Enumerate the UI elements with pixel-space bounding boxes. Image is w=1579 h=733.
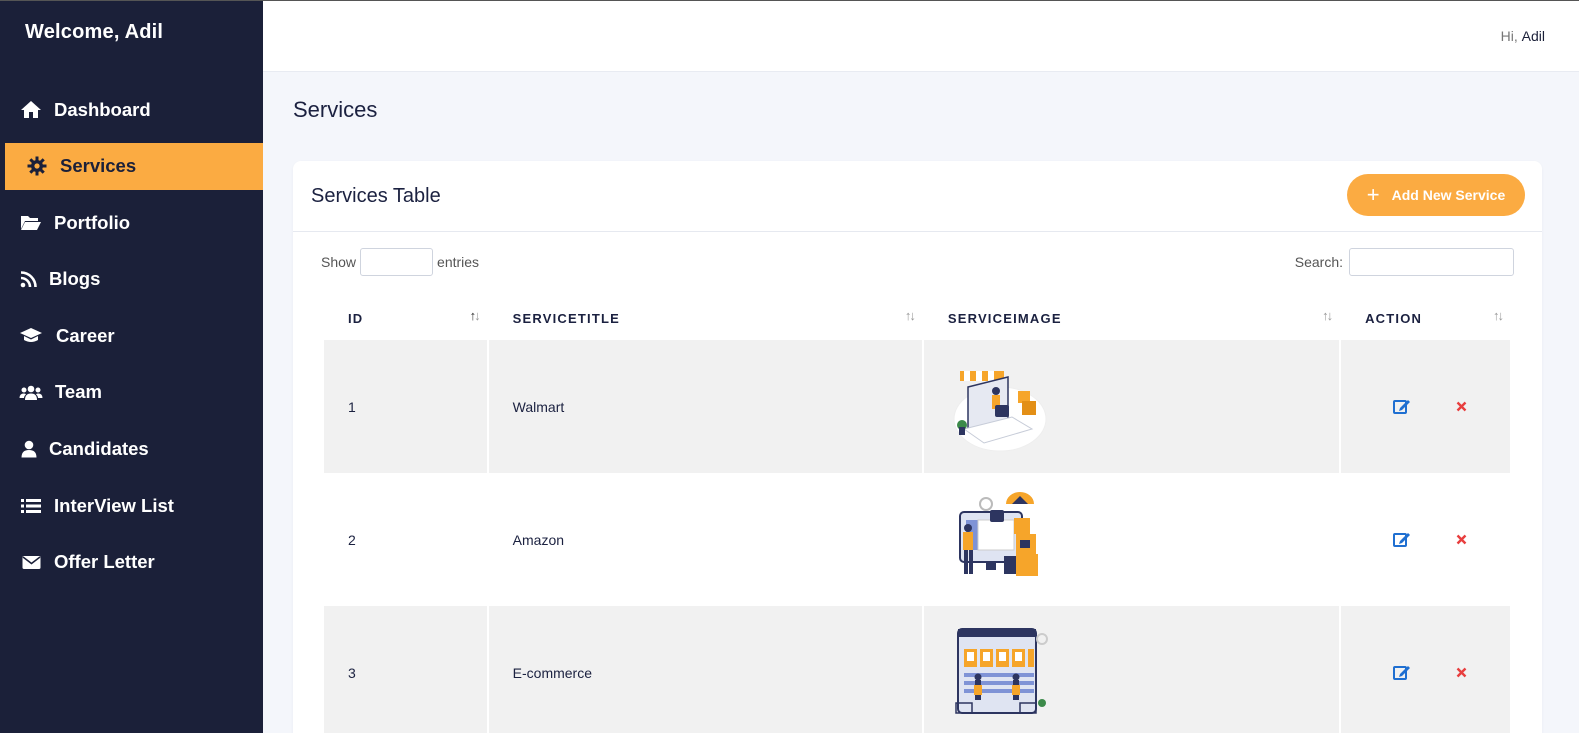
cell-id: 1: [324, 340, 487, 473]
delete-icon[interactable]: [1456, 401, 1467, 412]
cell-action: [1341, 340, 1510, 473]
column-header-servicetitle[interactable]: SERVICETITLE ↑↓: [489, 296, 922, 340]
card-title: Services Table: [311, 185, 441, 207]
sidebar-item-career[interactable]: Career: [0, 312, 263, 359]
search-label: Search:: [1294, 254, 1343, 270]
sidebar-item-label: Portfolio: [54, 211, 131, 233]
top-bar: Hi, Adil: [263, 0, 1579, 72]
cell-id: 2: [324, 473, 487, 606]
column-header-id[interactable]: ID ↑↓: [324, 296, 487, 340]
sort-icon: ↑↓: [904, 308, 916, 323]
table-controls: Show entries Search:: [321, 248, 1514, 278]
sidebar-item-team[interactable]: Team: [0, 369, 263, 416]
home-icon: [19, 100, 43, 120]
delete-icon[interactable]: [1456, 534, 1467, 545]
column-header-action[interactable]: ACTION ↑↓: [1341, 296, 1510, 340]
show-label: Show: [321, 254, 357, 270]
sidebar-item-blogs[interactable]: Blogs: [0, 256, 263, 303]
sidebar-nav: Dashboard Services Portfolio Blogs Caree…: [0, 86, 263, 595]
delete-icon[interactable]: [1456, 667, 1467, 678]
cell-image: [923, 340, 1340, 473]
plus-icon: +: [1366, 182, 1380, 207]
sort-icon: ↑↓: [469, 308, 481, 323]
sidebar-item-label: Team: [55, 381, 102, 403]
cell-image: [923, 473, 1340, 606]
envelope-icon: [19, 552, 43, 572]
cell-image: [923, 606, 1340, 733]
cell-title: Amazon: [488, 473, 922, 606]
sidebar-item-label: Blogs: [49, 268, 101, 290]
services-card: Services Table + Add New Service Show en…: [293, 161, 1542, 733]
card-header: Services Table + Add New Service: [293, 161, 1542, 232]
cell-id: 3: [324, 606, 487, 733]
entries-length-input[interactable]: [360, 248, 434, 276]
sidebar-item-offer-letter[interactable]: Offer Letter: [0, 539, 263, 586]
sidebar-item-label: Dashboard: [54, 98, 151, 120]
sidebar-item-label: InterView List: [54, 494, 174, 516]
sidebar: Welcome, Adil Dashboard Services Portfol…: [0, 0, 263, 733]
sidebar-item-label: Offer Letter: [54, 551, 155, 573]
column-label: ID: [348, 310, 364, 326]
sort-icon: ↑↓: [1322, 308, 1333, 323]
edit-icon[interactable]: [1393, 398, 1411, 415]
welcome-text: Welcome, Adil: [25, 21, 164, 43]
table-row: 1 Walmart: [324, 340, 1510, 473]
edit-icon[interactable]: [1393, 664, 1411, 681]
entries-length-control: Show entries: [321, 248, 479, 276]
sidebar-item-label: Candidates: [49, 438, 149, 460]
services-table: ID ↑↓ SERVICETITLE ↑↓ SERVICEIMAGE ↑↓ AC…: [322, 296, 1512, 733]
cell-action: [1341, 606, 1510, 733]
table-row: 3 E-commerce: [324, 606, 1510, 733]
delivery-illustration: [958, 491, 1038, 576]
search-control: Search:: [1295, 248, 1514, 276]
edit-icon[interactable]: [1393, 531, 1411, 548]
sidebar-item-dashboard[interactable]: Dashboard: [0, 86, 263, 133]
user-icon: [19, 439, 38, 459]
page-title: Services: [293, 97, 378, 122]
column-label: ACTION: [1365, 310, 1423, 326]
list-icon: [19, 496, 43, 516]
column-header-serviceimage[interactable]: SERVICEIMAGE ↑↓: [924, 296, 1339, 340]
search-input[interactable]: [1349, 248, 1514, 276]
sidebar-item-portfolio[interactable]: Portfolio: [0, 199, 263, 246]
gear-icon: [25, 156, 49, 176]
add-new-service-button[interactable]: + Add New Service: [1347, 174, 1525, 216]
online-shopping-illustration: [953, 370, 1047, 451]
user-greeting[interactable]: Hi, Adil: [1501, 28, 1545, 44]
entries-label: entries: [437, 254, 480, 270]
sidebar-item-services[interactable]: Services: [5, 142, 263, 190]
table-row: 2 Amazon: [324, 473, 1510, 606]
column-label: SERVICEIMAGE: [947, 310, 1062, 326]
cell-title: Walmart: [488, 340, 922, 473]
rss-icon: [19, 269, 38, 289]
sidebar-item-label: Services: [60, 155, 137, 177]
folder-open-icon: [19, 213, 43, 233]
ecommerce-store-illustration: [955, 627, 1048, 714]
sidebar-item-interview-list[interactable]: InterView List: [0, 482, 263, 529]
users-icon: [19, 382, 43, 402]
add-button-label: Add New Service: [1391, 187, 1506, 203]
sort-icon: ↑↓: [1493, 308, 1504, 323]
graduation-cap-icon: [19, 326, 43, 346]
sidebar-item-label: Career: [56, 324, 115, 346]
sidebar-item-candidates[interactable]: Candidates: [0, 426, 263, 473]
column-label: SERVICETITLE: [512, 310, 620, 326]
greeting-prefix: Hi,: [1500, 28, 1518, 44]
cell-title: E-commerce: [488, 606, 922, 733]
cell-action: [1341, 473, 1510, 606]
user-name: Adil: [1521, 28, 1545, 44]
